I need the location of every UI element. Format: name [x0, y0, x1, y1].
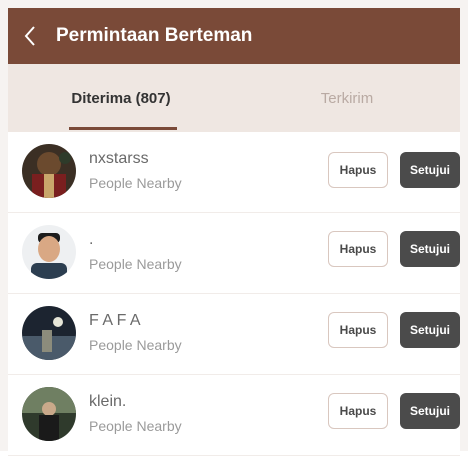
user-name: .	[89, 231, 94, 248]
tab-sent[interactable]: Terkirim	[234, 64, 460, 132]
request-source: People Nearby	[89, 175, 182, 191]
back-button[interactable]	[8, 8, 52, 64]
delete-button[interactable]: Hapus	[328, 393, 388, 429]
avatar[interactable]	[22, 306, 76, 360]
accept-button[interactable]: Setujui	[400, 393, 460, 429]
chevron-left-icon	[23, 24, 37, 48]
accept-button[interactable]: Setujui	[400, 312, 460, 348]
avatar[interactable]	[22, 225, 76, 279]
request-row: . People Nearby Hapus Setujui	[8, 213, 460, 294]
request-row: F A F A People Nearby Hapus Setujui	[8, 294, 460, 375]
request-row: nxstarss People Nearby Hapus Setujui	[8, 132, 460, 213]
request-source: People Nearby	[89, 418, 182, 434]
delete-button[interactable]: Hapus	[328, 231, 388, 267]
user-name: F A F A	[89, 312, 141, 329]
user-name: klein.	[89, 393, 127, 410]
avatar[interactable]	[22, 387, 76, 441]
app-header: Permintaan Berteman	[8, 8, 460, 64]
accept-button[interactable]: Setujui	[400, 231, 460, 267]
tab-received[interactable]: Diterima (807)	[8, 64, 234, 132]
page-title: Permintaan Berteman	[56, 25, 253, 46]
delete-button[interactable]: Hapus	[328, 312, 388, 348]
request-source: People Nearby	[89, 256, 182, 272]
user-name: nxstarss	[89, 150, 149, 167]
request-row: klein. People Nearby Hapus Setujui	[8, 375, 460, 456]
avatar[interactable]	[22, 144, 76, 198]
request-list: nxstarss People Nearby Hapus Setujui . P…	[8, 132, 460, 456]
accept-button[interactable]: Setujui	[400, 152, 460, 188]
request-source: People Nearby	[89, 337, 182, 353]
tab-bar: Diterima (807) Terkirim	[8, 64, 460, 132]
friend-requests-screen: Permintaan Berteman Diterima (807) Terki…	[0, 0, 468, 456]
delete-button[interactable]: Hapus	[328, 152, 388, 188]
active-tab-indicator	[69, 127, 177, 130]
